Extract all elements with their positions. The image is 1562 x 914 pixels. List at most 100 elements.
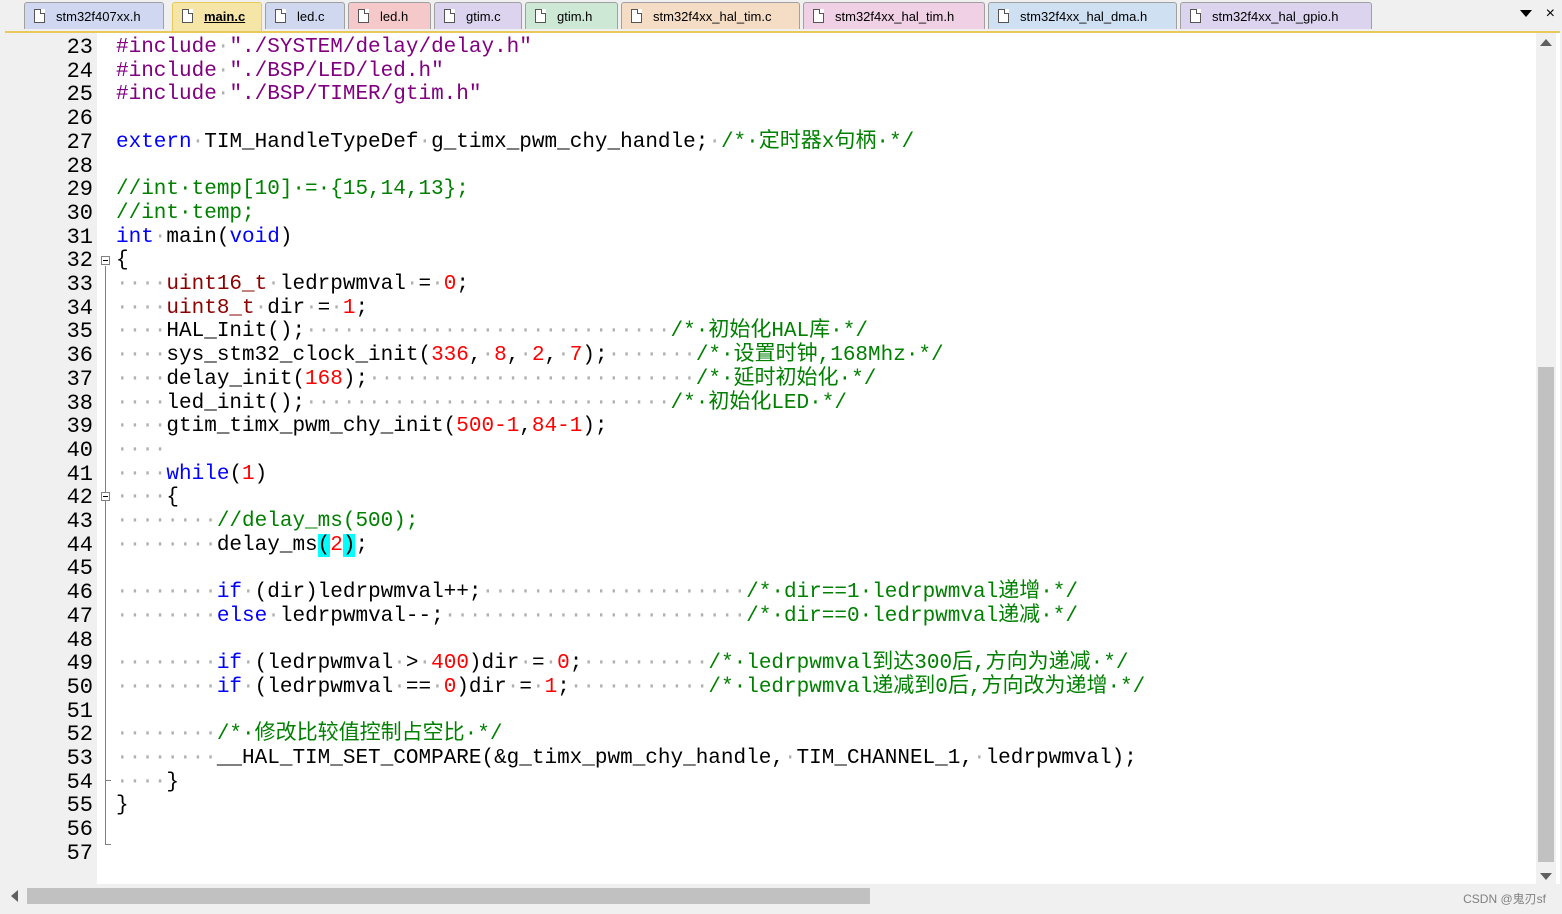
line-number: 41 <box>66 461 93 487</box>
code-line[interactable]: #include·"./SYSTEM/delay/delay.h" <box>116 36 532 60</box>
code-token: ; <box>355 533 369 557</box>
code-token: · <box>305 296 318 320</box>
line-number: 36 <box>66 343 93 369</box>
code-token: ········ <box>116 510 217 533</box>
code-line[interactable]: ···· <box>116 439 166 463</box>
code-token: ········ <box>116 604 217 628</box>
code-token: //delay_ms(500); <box>216 510 419 533</box>
line-number: 39 <box>66 414 93 440</box>
code-editor[interactable]: 23 #include·"./SYSTEM/delay/delay.h" 24 #in… <box>5 31 1560 884</box>
code-token: 8 <box>494 344 507 368</box>
code-line[interactable]: ····led_init();·························… <box>116 392 847 416</box>
code-token: · <box>330 296 343 320</box>
code-line[interactable]: ········//delay_ms(500); <box>116 510 418 534</box>
code-line[interactable]: ····gtim_timx_pwm_chy_init(500-1,84-1); <box>116 415 608 439</box>
code-line[interactable]: #include·"./BSP/TIMER/gtim.h" <box>116 83 481 107</box>
code-line[interactable]: ········if·(ledrpwmval·>·400)dir·=·0;···… <box>116 652 1128 676</box>
code-token: ; <box>557 675 570 699</box>
vertical-scroll-thumb[interactable] <box>1538 367 1554 862</box>
code-line[interactable]: ····while(1) <box>116 463 267 487</box>
code-token: /*·修改比较值控制占空比·*/ <box>216 723 503 747</box>
file-icon <box>275 9 286 23</box>
line-number: 56 <box>66 817 93 843</box>
file-icon <box>444 9 455 23</box>
code-line[interactable]: //int·temp; <box>116 202 255 226</box>
code-line[interactable]: ····uint8_t·dir·=·1; <box>116 297 368 321</box>
code-token: = <box>531 652 545 676</box>
file-icon <box>358 9 369 23</box>
chevron-down-icon[interactable] <box>1520 10 1532 17</box>
code-token: main( <box>166 225 230 249</box>
code-token: ···· <box>116 486 167 510</box>
code-token: · <box>544 652 558 676</box>
code-token: · <box>242 581 255 605</box>
code-token: led_init(); <box>166 391 306 415</box>
code-line[interactable]: int·main(void) <box>116 226 292 250</box>
code-line[interactable]: { <box>116 249 129 273</box>
code-token: 336 <box>431 344 469 368</box>
tab-stm32f4xx-hal-dma-h[interactable]: stm32f4xx_hal_dma.h <box>988 2 1177 29</box>
code-line[interactable]: ········if·(ledrpwmval·==·0)dir·=·1;····… <box>116 676 1145 700</box>
code-token: , <box>544 344 558 368</box>
code-token: g_timx_pwm_chy_handle; <box>431 130 709 154</box>
code-token: ; <box>569 652 583 676</box>
code-token: ···· <box>116 344 167 368</box>
code-token: { <box>116 249 129 273</box>
line-number: 38 <box>66 390 93 416</box>
tab-led-h[interactable]: led.h <box>348 2 431 29</box>
line-number: 57 <box>66 840 93 866</box>
line-number: 46 <box>66 580 93 606</box>
line-number: 29 <box>66 177 93 203</box>
code-token: = <box>519 675 532 699</box>
close-icon[interactable]: × <box>1546 5 1555 23</box>
code-token: ledrpwmval <box>279 273 406 296</box>
horizontal-scrollbar[interactable] <box>5 884 1536 908</box>
horizontal-scroll-thumb[interactable] <box>27 888 870 904</box>
code-line[interactable]: ····} <box>116 771 179 795</box>
fold-end-while <box>105 780 111 781</box>
code-token: ······· <box>607 344 696 368</box>
code-token: ········ <box>116 675 217 699</box>
tab-stm32f4xx-hal-tim-c[interactable]: stm32f4xx_hal_tim.c <box>621 2 800 29</box>
code-line[interactable]: ····{ <box>116 486 179 510</box>
tab-led-c[interactable]: led.c <box>265 2 345 29</box>
line-number: 40 <box>66 437 93 463</box>
tab-gtim-c[interactable]: gtim.c <box>434 2 522 29</box>
code-token: /*·dir==1·ledrpwmval递增·*/ <box>746 581 1079 605</box>
code-token: · <box>431 675 444 699</box>
tab-stm32f4xx-hal-gpio-h[interactable]: stm32f4xx_hal_gpio.h <box>1180 2 1372 29</box>
code-token: /*·设置时钟,168Mhz·*/ <box>695 344 944 368</box>
code-line[interactable]: extern·TIM_HandleTypeDef·g_timx_pwm_chy_… <box>116 131 914 155</box>
fold-toggle-main[interactable] <box>101 256 110 265</box>
scroll-down-icon[interactable] <box>1540 873 1552 880</box>
tab-stm32f407xx-h[interactable]: stm32f407xx.h <box>24 2 164 29</box>
fold-toggle-while[interactable] <box>101 492 110 501</box>
code-line[interactable]: ····delay_init(168);····················… <box>116 368 876 392</box>
code-line[interactable]: ········else·ledrpwmval--;··············… <box>116 605 1078 629</box>
code-line[interactable]: ········/*·修改比较值控制占空比·*/ <box>116 723 502 747</box>
tab-main-c[interactable]: main.c <box>172 2 262 32</box>
code-token: · <box>254 296 268 320</box>
code-token: 168 <box>305 367 343 391</box>
code-line[interactable]: ········delay_ms(2); <box>116 533 369 558</box>
code-line[interactable]: ····HAL_Init();·························… <box>116 320 868 344</box>
code-line[interactable]: ········__HAL_TIM_SET_COMPARE(&g_timx_pw… <box>116 747 1137 771</box>
code-token: "./BSP/TIMER/gtim.h" <box>229 83 482 107</box>
scroll-left-icon[interactable] <box>11 890 18 902</box>
code-token: /*·dir==0·ledrpwmval递减·*/ <box>746 604 1078 628</box>
code-line[interactable]: ········if·(dir)ledrpwmval++;···········… <box>116 581 1078 605</box>
code-line[interactable]: #include·"./BSP/LED/led.h" <box>116 60 444 84</box>
scroll-up-icon[interactable] <box>1540 39 1552 46</box>
code-line[interactable]: //int·temp[10]·=·{15,14,13}; <box>116 178 469 202</box>
code-line[interactable]: } <box>116 794 129 818</box>
tab-stm32f4xx-hal-tim-h[interactable]: stm32f4xx_hal_tim.h <box>803 2 985 29</box>
tab-gtim-h[interactable]: gtim.h <box>525 2 618 29</box>
line-number: 47 <box>66 603 93 629</box>
code-line[interactable]: ····sys_stm32_clock_init(336,·8,·2,·7);·… <box>116 344 944 368</box>
code-line[interactable]: ····uint16_t·ledrpwmval·=·0; <box>116 273 469 297</box>
tab-label: stm32f4xx_hal_tim.c <box>653 9 772 24</box>
line-number: 49 <box>66 651 93 677</box>
code-token: · <box>972 747 986 770</box>
code-token: · <box>519 344 532 368</box>
vertical-scrollbar[interactable] <box>1536 33 1556 884</box>
